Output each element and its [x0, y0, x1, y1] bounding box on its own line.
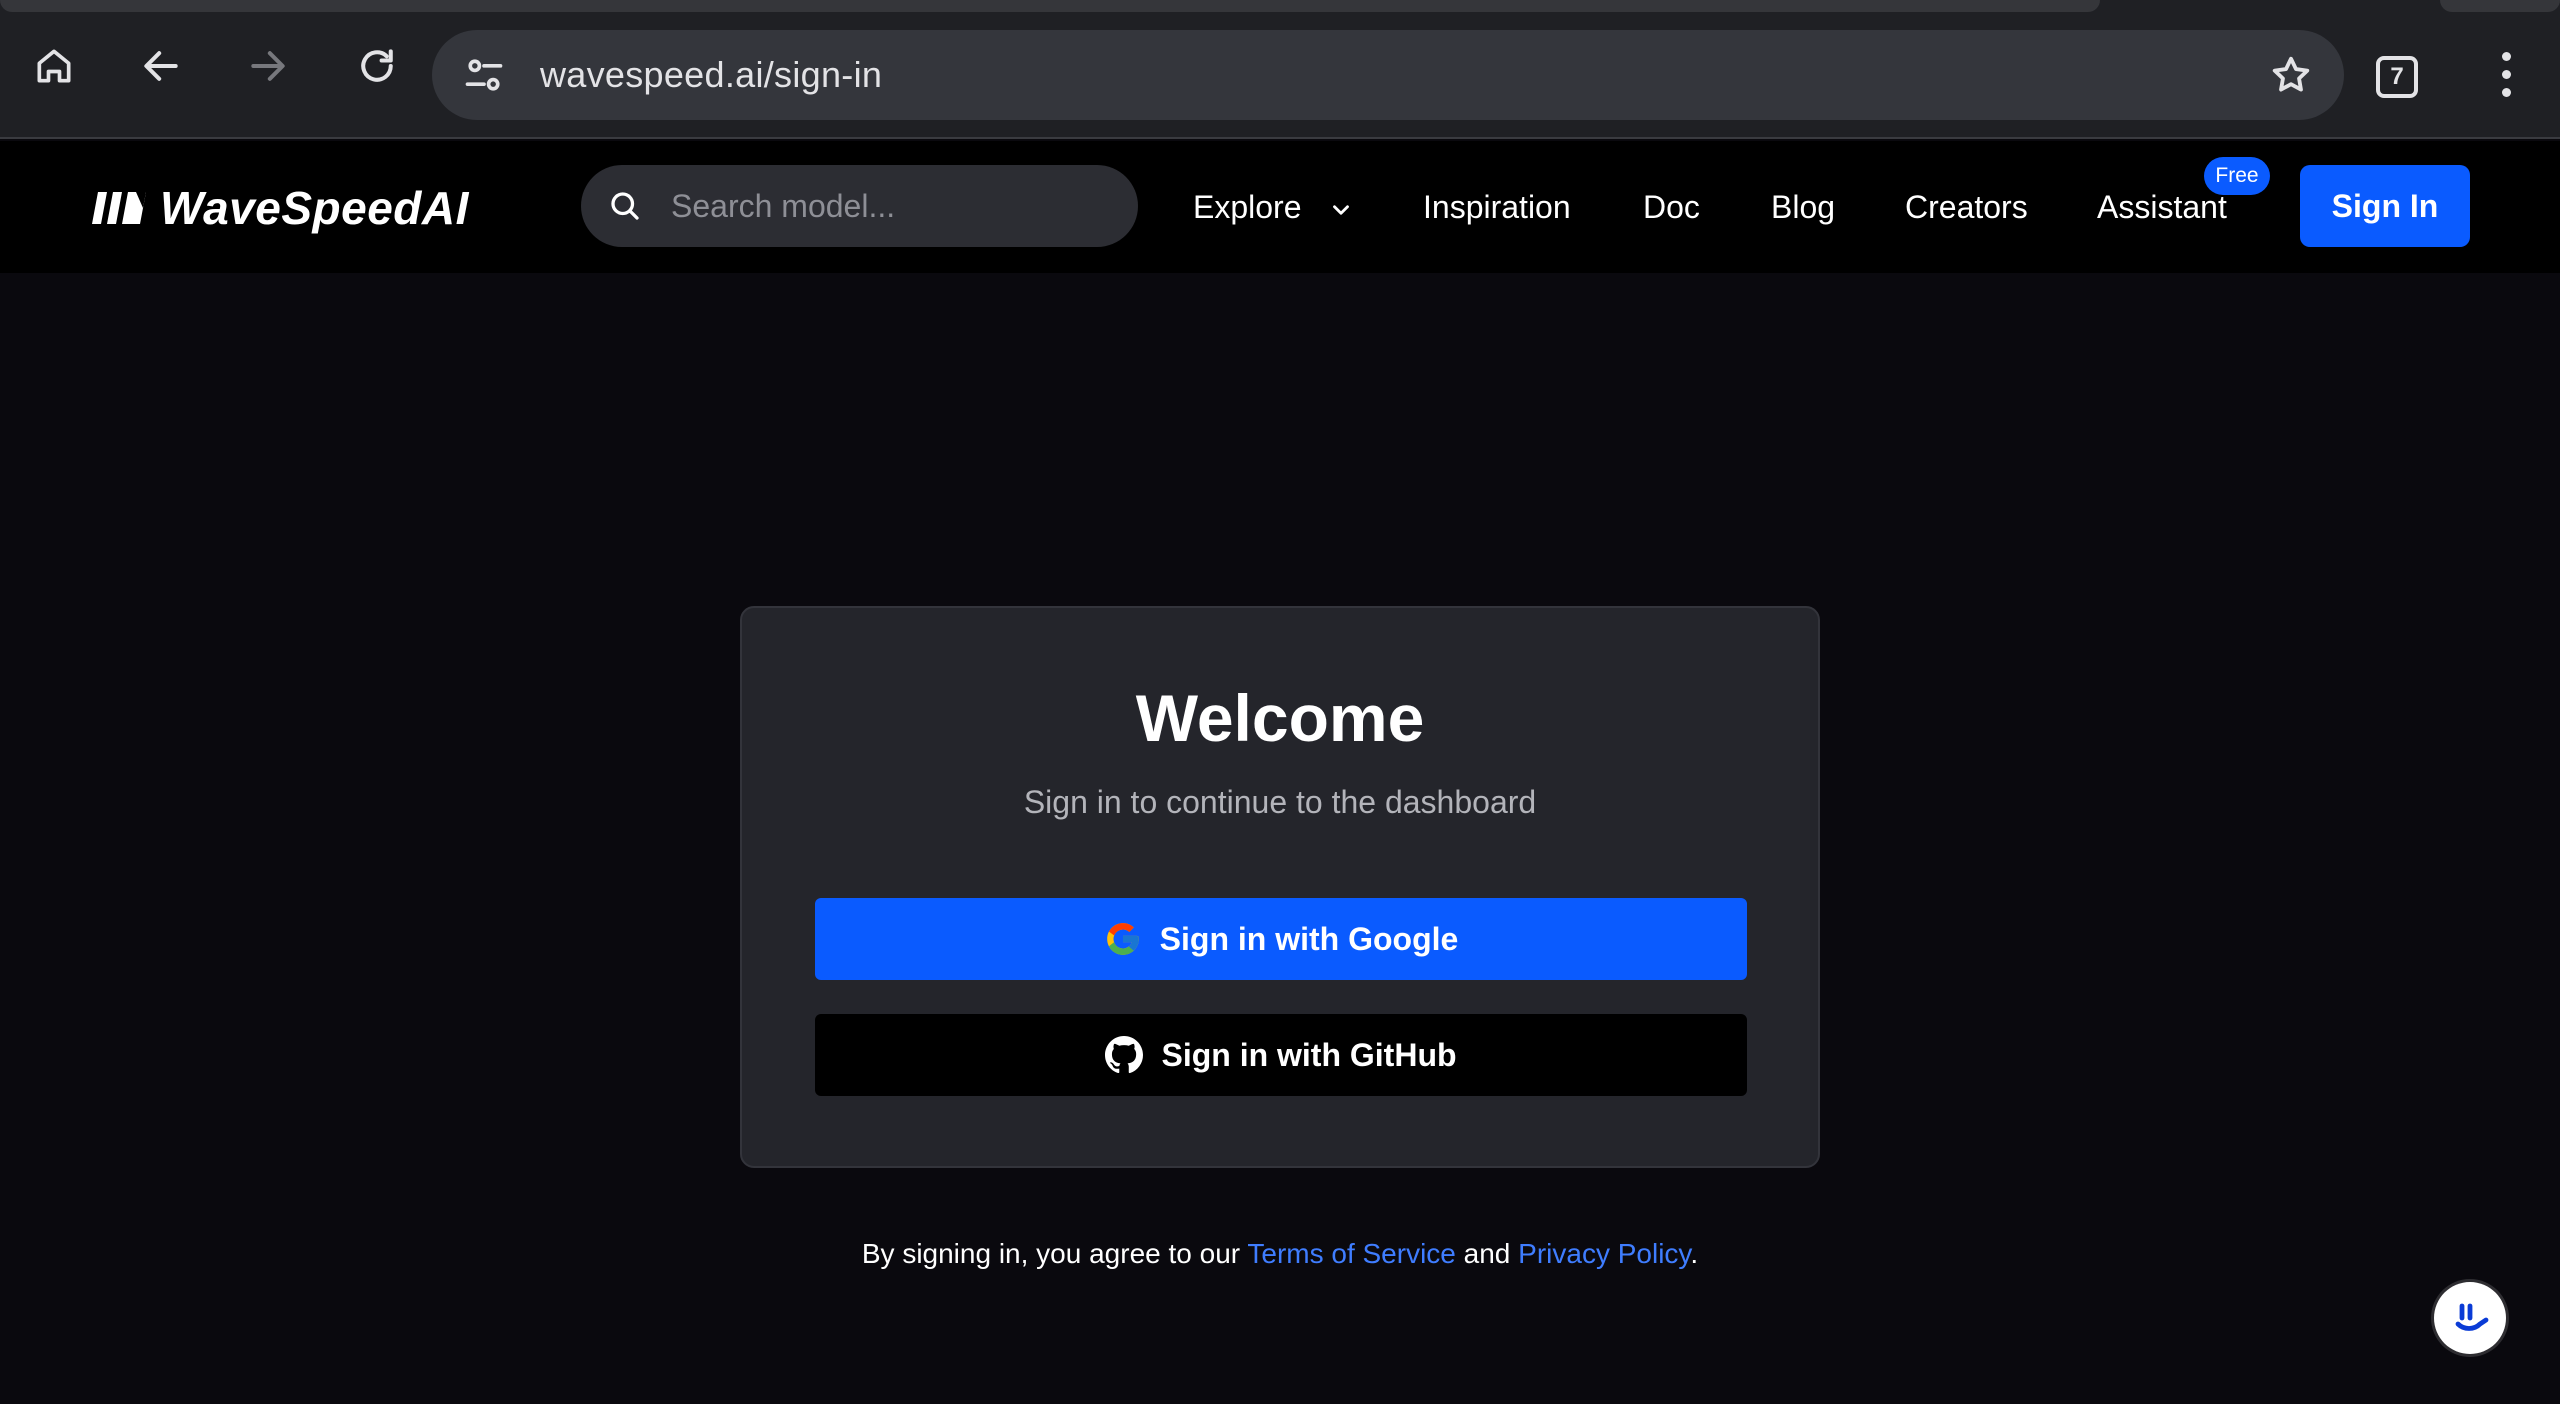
reload-icon	[361, 49, 393, 82]
tab-count-button[interactable]: 7	[2376, 56, 2418, 98]
arrow-right-icon	[251, 51, 285, 81]
browser-toolbar: wavespeed.ai/sign-in 7	[0, 12, 2560, 139]
github-icon	[1105, 1036, 1144, 1074]
address-bar[interactable]: wavespeed.ai/sign-in	[432, 30, 2344, 120]
search-box[interactable]	[581, 165, 1138, 247]
nav-assistant[interactable]: Assistant	[2097, 185, 2227, 229]
chat-assistant-button[interactable]	[2434, 1282, 2506, 1354]
logo-text: WaveSpeedAI	[160, 182, 469, 234]
nav-blog[interactable]: Blog	[1771, 185, 1835, 229]
home-button[interactable]	[22, 34, 86, 98]
forward-button[interactable]	[236, 34, 300, 98]
back-button[interactable]	[129, 34, 193, 98]
chat-bot-icon	[2455, 1303, 2489, 1331]
home-icon	[37, 49, 71, 83]
search-input[interactable]	[671, 165, 1111, 247]
url-text[interactable]: wavespeed.ai/sign-in	[540, 30, 882, 120]
nav-explore-label: Explore	[1193, 189, 1302, 225]
google-icon	[1106, 923, 1139, 955]
search-icon	[611, 192, 639, 220]
terms-notice: By signing in, you agree to our Terms of…	[0, 1238, 2560, 1270]
chevron-down-icon	[1333, 204, 1350, 215]
nav-doc[interactable]: Doc	[1643, 185, 1700, 229]
site-header: WaveSpeedAI Explore Inspiration Doc Blog…	[0, 141, 2560, 273]
nav-creators[interactable]: Creators	[1905, 185, 2028, 229]
sign-in-github-button[interactable]: Sign in with GitHub	[815, 1014, 1747, 1096]
bookmark-star-icon[interactable]	[2268, 52, 2314, 98]
logo[interactable]: WaveSpeedAI	[92, 182, 469, 234]
reload-button[interactable]	[345, 34, 409, 98]
nav-explore[interactable]: Explore	[1193, 185, 1354, 229]
privacy-policy-link[interactable]: Privacy Policy	[1518, 1238, 1690, 1269]
active-tab-edge[interactable]	[0, 0, 2100, 12]
site-settings-icon[interactable]	[462, 53, 506, 97]
wavespeed-logo-icon	[92, 192, 146, 224]
terms-suffix: .	[1690, 1238, 1699, 1269]
sign-in-github-label: Sign in with GitHub	[1161, 1036, 1457, 1073]
page-title: Welcome	[1135, 681, 1425, 755]
terms-middle: and	[1455, 1238, 1519, 1269]
sign-in-card: Welcome Sign in to continue to the dashb…	[740, 606, 1820, 1168]
nav-inspiration[interactable]: Inspiration	[1423, 185, 1571, 229]
terms-prefix: By signing in, you agree to our	[861, 1238, 1248, 1269]
free-badge: Free	[2204, 157, 2270, 195]
browser-tab-strip	[0, 0, 2560, 12]
tab-edge[interactable]	[2440, 0, 2560, 12]
sign-in-google-label: Sign in with Google	[1159, 920, 1459, 957]
sign-in-button[interactable]: Sign In	[2300, 165, 2470, 247]
terms-of-service-link[interactable]: Terms of Service	[1247, 1238, 1456, 1269]
sign-in-google-button[interactable]: Sign in with Google	[815, 898, 1747, 980]
page-subtitle: Sign in to continue to the dashboard	[1023, 784, 1537, 820]
browser-menu-icon[interactable]	[2488, 42, 2524, 106]
arrow-left-icon	[144, 51, 178, 81]
